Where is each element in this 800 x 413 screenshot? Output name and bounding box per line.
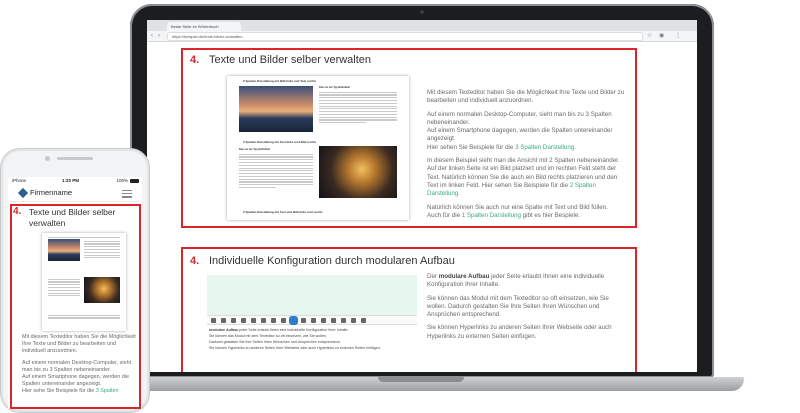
editor-toolbar [207,315,417,325]
phone-camera [45,156,50,161]
table-icon[interactable] [311,317,316,323]
church-night-photo [84,277,120,303]
section-title: Texte und Bilder selber verwalten [29,207,116,228]
mobile-document-preview [42,233,126,331]
doc-heading-3: 2 Spalten Darstellung mit Text und Bild … [243,210,323,214]
browser-tab[interactable]: Beste Seite im Wörterbuch [167,22,241,31]
status-bar: iPhone 1:20 PM 100% [8,177,142,185]
paragraph: Der [427,273,439,280]
editor-content[interactable]: modulare Aufbau jeder Seite erlaubt Ihne… [209,327,419,351]
fullscreen-icon[interactable] [361,317,366,323]
section-number: 4. [190,54,200,66]
document-preview: 2 Spalten Darstellung mit Bild links und… [227,76,409,220]
doc-subheading-2: Dies ist ein Typoblindtext [239,148,271,151]
bold-icon[interactable] [211,317,216,323]
paragraph: Sie können das Modul mit dem Texteditor … [427,294,609,319]
paragraph: Mit diesem Texteditor haben Sie die Mögl… [22,334,136,355]
page-content: 4. Texte und Bilder selber verwalten 2 S… [147,41,697,372]
phone-speaker [57,157,93,160]
extensions-icon[interactable]: ◉ [659,32,664,40]
carrier-label: iPhone [12,178,27,183]
section-title: Texte und Bilder selber verwalten [209,54,372,66]
browser-tabbar: Beste Seite im Wörterbuch [147,20,697,36]
section-number: 4. [190,255,200,267]
brand-name[interactable]: Firmenname [30,188,72,198]
editor-text-line: jeder Seite erlaubt Ihnen eine individue… [238,328,349,332]
paragraph: Hier sehe Sie Beispiele für die [22,388,96,395]
numbered-list-icon[interactable] [251,317,256,323]
laptop-notch [378,377,464,382]
editor-bold-text: modulare Aufbau [209,328,239,332]
laptop-camera [420,10,424,14]
site-header: Firmenname [8,185,142,202]
browser-menu-icon[interactable]: ⋮ [675,32,681,40]
link-icon[interactable] [289,315,298,325]
hamburger-menu-icon[interactable] [122,190,132,200]
logo-icon [17,187,29,199]
forward-icon[interactable]: › [158,32,160,40]
paragraph: Auch für die [427,211,462,219]
paragraph: gibt es hier Bespiele. [520,211,581,219]
mobile-section-text: Mit diesem Texteditor haben Sie die Mögl… [22,334,138,396]
paragraph: Auf einem normalen Desktop-Computer, sie… [22,359,132,373]
italic-icon[interactable] [221,317,226,323]
opera-house-photo [239,86,313,132]
clock: 1:20 PM [62,178,80,183]
battery-icon [130,179,139,183]
list-icon[interactable] [241,317,246,323]
doc-heading-2: 2 Spalten Darstellung mit Text links und… [243,140,317,144]
section-text: Der modulare Aufbau jeder Seite erlaubt … [427,273,627,346]
address-bar[interactable]: https://beispiel.de/texte-bilder-verwalt… [167,32,643,41]
bookmark-star-icon[interactable]: ☆ [647,32,652,40]
paragraph: Sie können Hyperlinks zu anderen Seiten … [427,324,612,340]
redo-icon[interactable] [351,317,356,323]
unlink-icon[interactable] [301,317,306,323]
editor-preview-area [207,275,417,315]
paragraph: Auf einem Smartphone dagegen, werden die… [22,374,129,388]
section-title: Individuelle Konfiguration durch modular… [209,255,455,267]
paragraph: Hier sehen Sie Beispiele für die [427,143,516,151]
link-3-spalten[interactable]: 3 Spalten Darstellung. [515,144,576,151]
paragraph: Auf einem normalen Desktop-Computer, sie… [427,110,612,126]
bold-text: modulare Aufbau [438,273,490,280]
section-text: Mit diesem Texteditor haben Sie die Mögl… [427,89,627,225]
smartphone-frame: iPhone 1:20 PM 100% Firmenname 4. Texte … [0,148,150,413]
doc-subheading: Dies ist ein Typoblindtext [319,86,351,89]
code-icon[interactable] [331,317,336,323]
phone-screen: iPhone 1:20 PM 100% Firmenname 4. Texte … [8,177,142,409]
paragraph: Mit diesem Texteditor haben Sie die Mögl… [427,89,625,105]
link-3-spalten[interactable]: 3 Spalten [96,388,119,394]
church-night-photo [319,146,397,198]
underline-icon[interactable] [231,317,236,323]
image-icon[interactable] [281,317,286,323]
paragraph: Natürlich können Sie auch nur eine Spalt… [427,203,608,211]
align-left-icon[interactable] [261,317,266,323]
editor-text-line: Sie können Hyperlinks zu anderen Seiten … [209,346,381,350]
battery-label: 100% [116,178,128,183]
section-number: 4. [13,206,22,217]
back-icon[interactable]: ‹ [151,32,153,40]
align-center-icon[interactable] [271,317,276,323]
quote-icon[interactable] [321,317,326,323]
doc-heading: 2 Spalten Darstellung mit Bild links und… [243,79,317,83]
opera-house-photo [48,239,80,261]
undo-icon[interactable] [341,317,346,323]
laptop-screen: Beste Seite im Wörterbuch ‹ › https://be… [147,20,697,372]
link-1-spalten[interactable]: 1 Spalten Darstellung [462,212,521,219]
paragraph: Auf einem Smartphone dagegen, werden die… [427,127,613,143]
